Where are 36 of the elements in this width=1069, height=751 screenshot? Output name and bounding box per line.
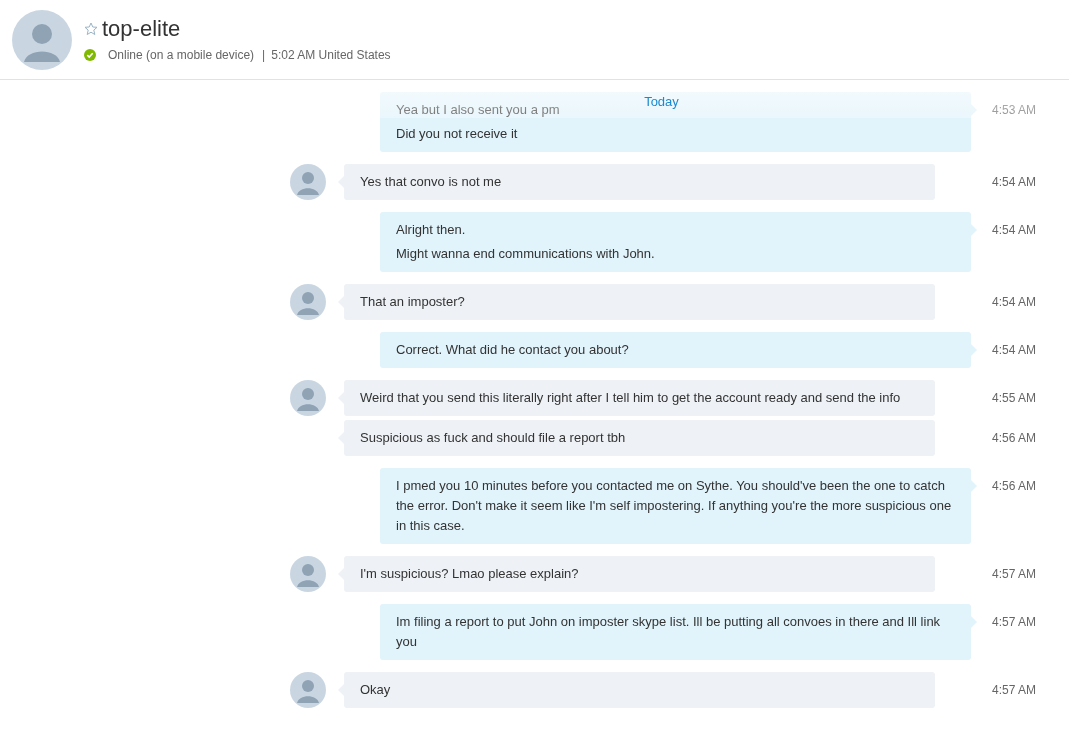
message-text: Alright then. xyxy=(396,221,466,239)
message-text: I pmed you 10 minutes before you contacted me on Sythe. You should've been the one to catch the error. Don't make it seem like I'm self impostering. If anything you're the more suspicious one in this case. xyxy=(396,477,953,535)
date-divider: Today xyxy=(644,94,679,111)
message-time: 4:53 AM xyxy=(991,102,1036,119)
message-text: Im filing a report to put John on imposter skype list. Ill be putting all convoes in there and Ill link you xyxy=(396,613,942,651)
message-time: 4:54 AM xyxy=(991,342,1036,359)
message-text: I'm suspicious? Lmao please explain? xyxy=(360,565,579,583)
local-time: 5:02 AM United States xyxy=(271,46,391,64)
contact-name: top-elite xyxy=(102,15,181,42)
message-text: Yea but I also sent you a pm xyxy=(396,101,560,119)
avatar[interactable] xyxy=(290,164,326,200)
message-text: Yes that convo is not me xyxy=(360,173,502,191)
message-text: Okay xyxy=(360,681,391,699)
avatar[interactable] xyxy=(290,556,326,592)
message-text: Correct. What did he contact you about? xyxy=(396,341,629,359)
message-time: 4:56 AM xyxy=(991,430,1036,447)
avatar[interactable] xyxy=(290,380,326,416)
avatar[interactable] xyxy=(290,672,326,708)
message-time: 4:57 AM xyxy=(991,682,1036,699)
message-time: 4:57 AM xyxy=(991,614,1036,631)
status-text: Online (on a mobile device) xyxy=(108,46,255,64)
message-time: 4:55 AM xyxy=(991,390,1036,407)
avatar[interactable] xyxy=(12,9,72,70)
message-text: Did you not receive it xyxy=(396,125,518,143)
message-text: Might wanna end communications with John. xyxy=(396,245,655,263)
message-time: 4:54 AM xyxy=(991,174,1036,191)
star-icon[interactable] xyxy=(84,21,98,36)
message-time: 4:56 AM xyxy=(991,478,1036,495)
message-text: Weird that you send this literally right after I tell him to get the account ready and send the info xyxy=(360,389,901,407)
message-time: 4:54 AM xyxy=(991,222,1036,239)
separator: | xyxy=(262,46,266,64)
avatar[interactable] xyxy=(290,284,326,320)
message-time: 4:54 AM xyxy=(991,294,1036,311)
message-time: 4:57 AM xyxy=(991,566,1036,583)
message-text: Suspicious as fuck and should file a report tbh xyxy=(360,429,626,447)
message-text: That an imposter? xyxy=(360,293,465,311)
